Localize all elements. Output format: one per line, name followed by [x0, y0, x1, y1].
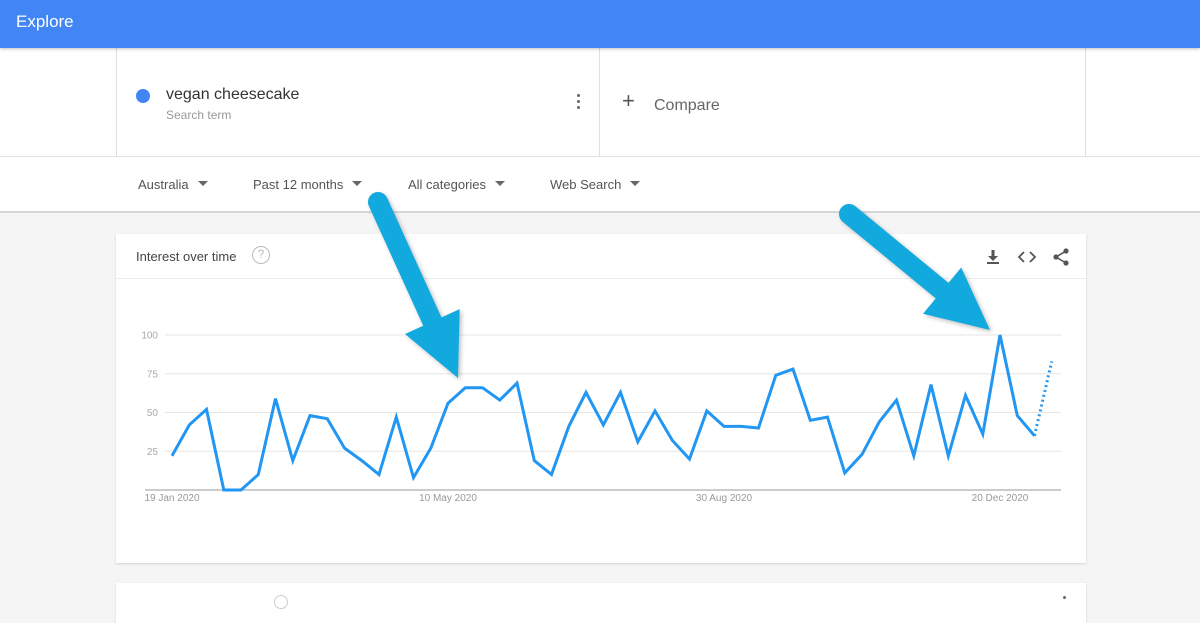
help-icon[interactable]: ?: [252, 246, 270, 264]
dropdown-arrow-icon: [197, 181, 208, 187]
filter-time-range[interactable]: Past 12 months: [253, 177, 363, 192]
dropdown-arrow-icon: [352, 181, 363, 187]
filter-category[interactable]: All categories: [408, 177, 506, 192]
filter-region-label: Australia: [138, 177, 189, 192]
embed-code-icon[interactable]: [1017, 247, 1037, 267]
search-term-card[interactable]: vegan cheesecake Search term: [116, 48, 600, 157]
download-icon[interactable]: [983, 247, 1003, 267]
filters-bar: Australia Past 12 months All categories …: [0, 157, 1200, 213]
card-header: Interest over time ?: [116, 234, 1086, 279]
help-icon[interactable]: [274, 595, 288, 609]
more-vert-icon[interactable]: [572, 94, 584, 112]
second-card: [116, 583, 1086, 623]
search-terms-bar: vegan cheesecake Search term + Compare: [0, 48, 1200, 157]
more-vert-icon[interactable]: [1063, 596, 1066, 599]
filter-category-label: All categories: [408, 177, 487, 192]
app-title: Explore: [16, 12, 74, 31]
filter-region[interactable]: Australia: [138, 177, 208, 192]
card-title: Interest over time: [136, 249, 237, 264]
top-app-bar: Explore: [0, 0, 1200, 48]
share-icon[interactable]: [1051, 247, 1071, 267]
filter-search-type[interactable]: Web Search: [550, 177, 641, 192]
plus-icon: +: [622, 88, 635, 113]
search-term-type: Search term: [166, 108, 232, 122]
filter-time-label: Past 12 months: [253, 177, 344, 192]
interest-over-time-card: Interest over time ?: [116, 234, 1086, 563]
filter-search-type-label: Web Search: [550, 177, 622, 192]
search-term-name[interactable]: vegan cheesecake: [166, 86, 299, 104]
compare-button[interactable]: + Compare: [600, 48, 1086, 157]
dropdown-arrow-icon: [630, 181, 641, 187]
dropdown-arrow-icon: [495, 181, 506, 187]
term-color-dot: [136, 89, 150, 103]
compare-label: Compare: [654, 97, 720, 114]
